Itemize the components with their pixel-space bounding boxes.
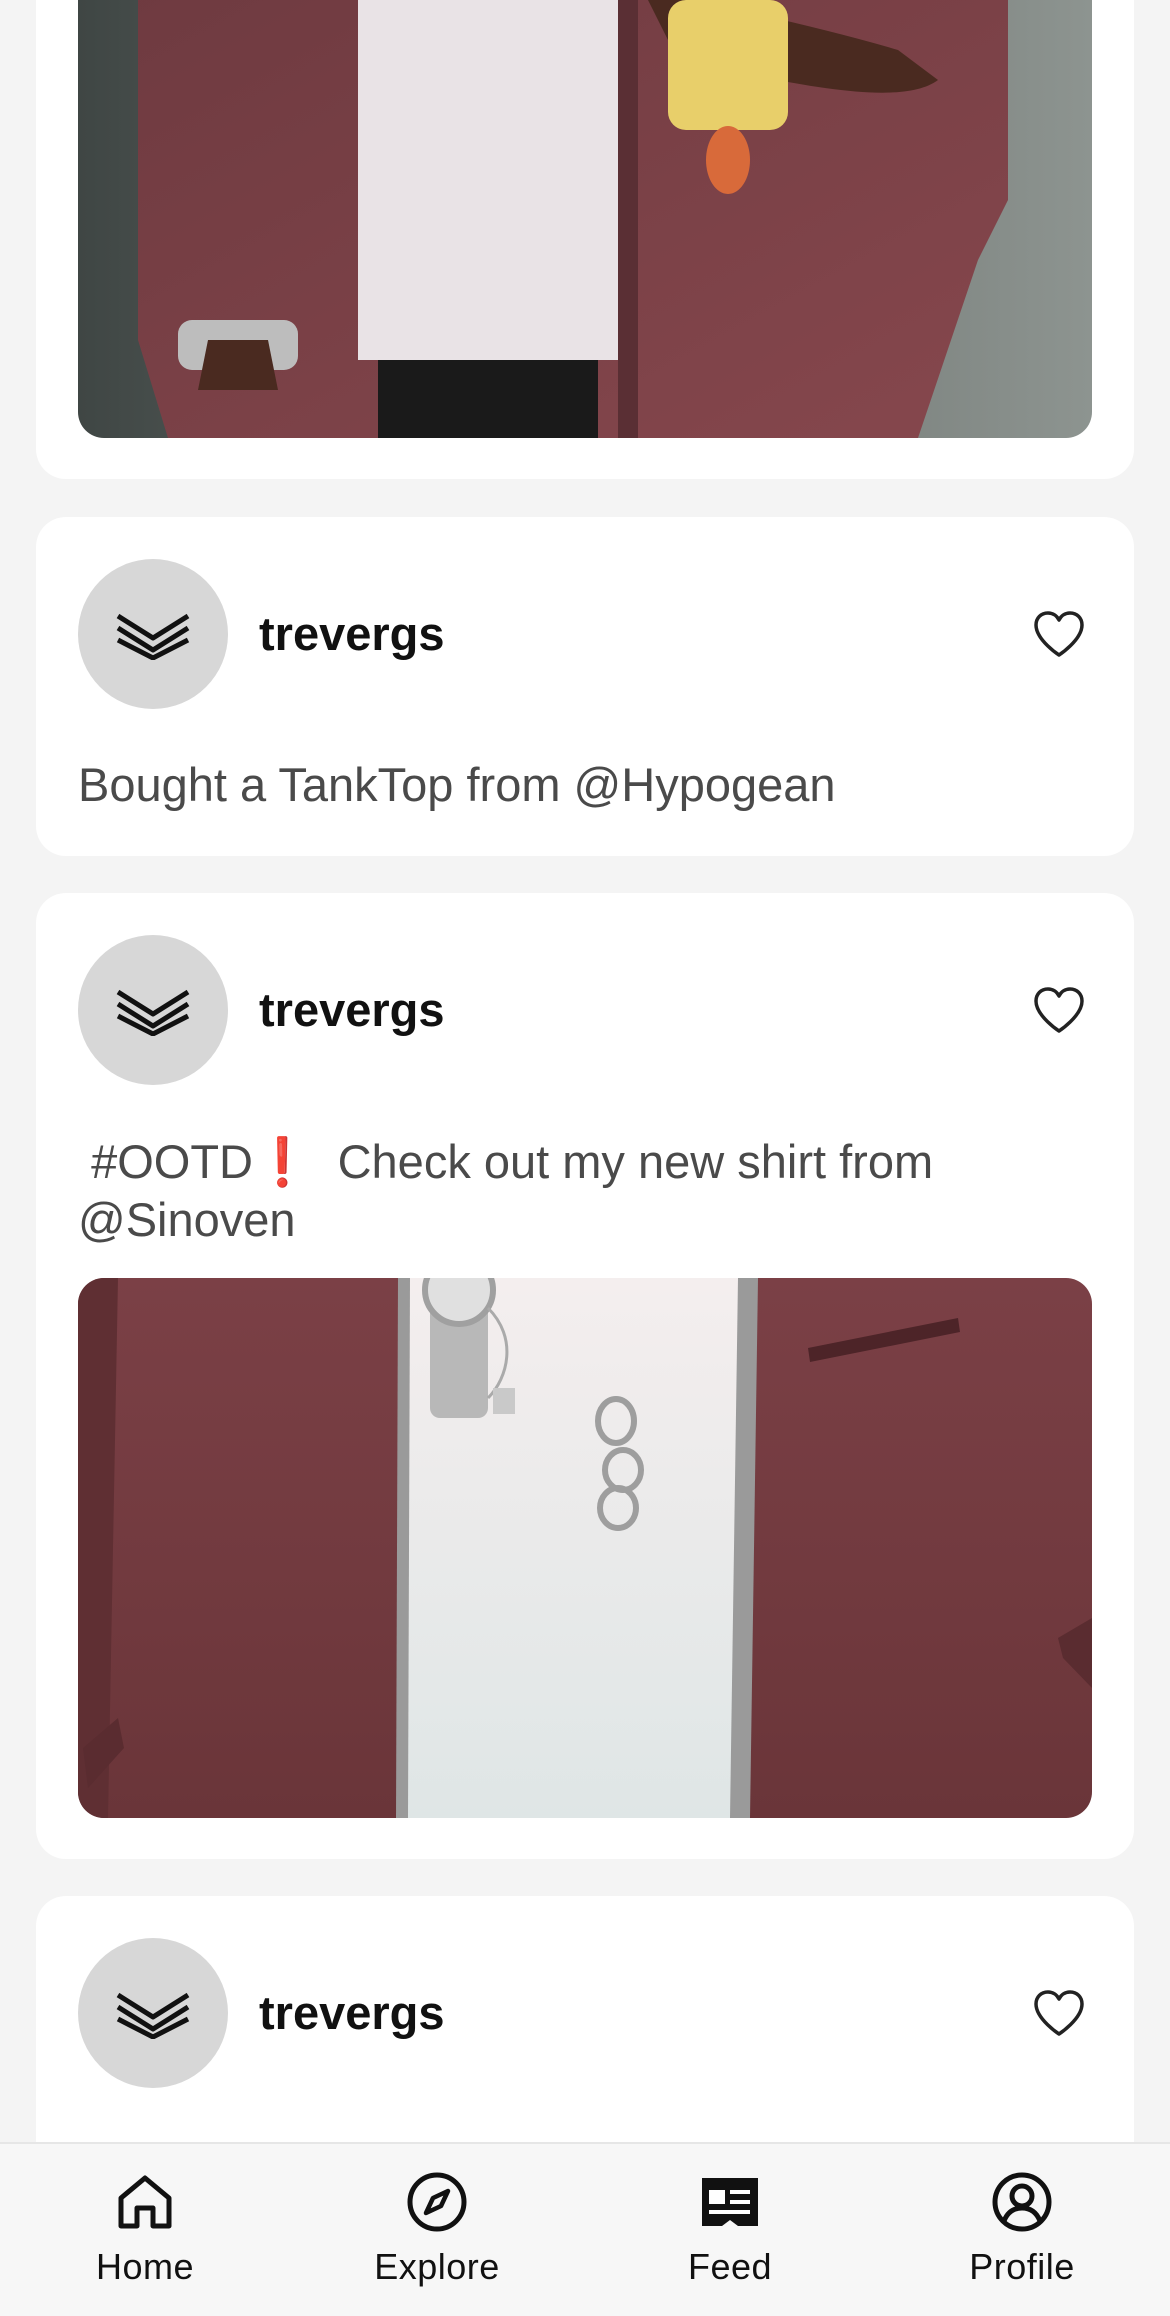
brand-chevrons-icon bbox=[116, 989, 190, 1036]
nav-home[interactable]: Home bbox=[45, 2170, 245, 2300]
bottom-nav: Home Explore Feed Profile bbox=[0, 2142, 1170, 2316]
post-caption: Bought a TankTop from @Hypogean bbox=[78, 758, 836, 811]
like-button[interactable] bbox=[1030, 1987, 1088, 2039]
brand-chevrons-icon bbox=[116, 613, 190, 660]
photo-person-in-jacket bbox=[78, 0, 1092, 438]
avatar[interactable] bbox=[78, 935, 228, 1085]
newspaper-icon bbox=[698, 2170, 762, 2234]
username[interactable]: trevergs bbox=[259, 1985, 445, 2041]
nav-label: Feed bbox=[687, 2246, 773, 2287]
post-photo[interactable] bbox=[78, 0, 1092, 438]
heart-outline-icon bbox=[1034, 1990, 1084, 2036]
username[interactable]: trevergs bbox=[259, 606, 445, 662]
avatar[interactable] bbox=[78, 1938, 228, 2088]
nav-label: Profile bbox=[969, 2246, 1075, 2287]
post-card[interactable]: trevergs Bought a TankTop from @Hypogean bbox=[36, 517, 1134, 856]
post-card[interactable] bbox=[36, 0, 1134, 479]
home-icon bbox=[113, 2170, 177, 2234]
post-caption: #OOTD❗ Check out my new shirt from @Sino… bbox=[78, 1135, 934, 1246]
user-circle-icon bbox=[990, 2170, 1054, 2234]
nav-profile[interactable]: Profile bbox=[922, 2170, 1122, 2300]
heart-outline-icon bbox=[1034, 611, 1084, 657]
post-card[interactable]: trevergs #OOTD❗ Check out my new shirt f… bbox=[36, 893, 1134, 1859]
nav-explore[interactable]: Explore bbox=[337, 2170, 537, 2300]
like-button[interactable] bbox=[1030, 608, 1088, 660]
nav-feed[interactable]: Feed bbox=[630, 2170, 830, 2300]
photo-outfit-flatlay bbox=[78, 1278, 1092, 1818]
heart-outline-icon bbox=[1034, 987, 1084, 1033]
post-photo[interactable] bbox=[78, 1278, 1092, 1818]
compass-icon bbox=[405, 2170, 469, 2234]
brand-chevrons-icon bbox=[116, 1992, 190, 2039]
nav-label: Explore bbox=[374, 2246, 500, 2287]
feed: trevergs Bought a TankTop from @Hypogean… bbox=[0, 0, 1170, 2316]
nav-label: Home bbox=[95, 2246, 195, 2287]
avatar[interactable] bbox=[78, 559, 228, 709]
username[interactable]: trevergs bbox=[259, 982, 445, 1038]
like-button[interactable] bbox=[1030, 984, 1088, 1036]
